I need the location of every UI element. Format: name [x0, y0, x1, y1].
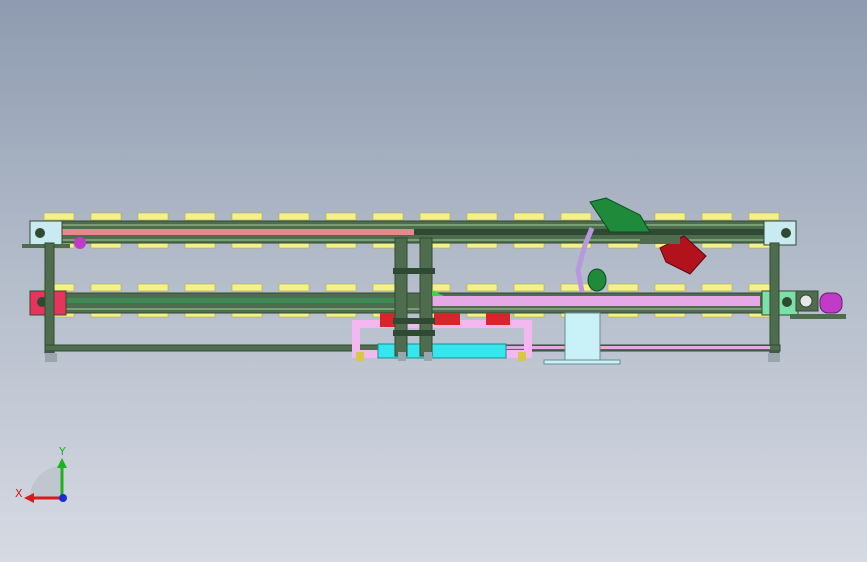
- triad-x-arrow: [24, 493, 34, 503]
- upper-roller-front: [278, 212, 310, 221]
- lower-roller-front: [184, 283, 216, 292]
- lift-column-left: [394, 237, 408, 357]
- robot-gripper-plate: [640, 236, 680, 244]
- triad-x-label: X: [15, 487, 23, 500]
- upper-right-end-block[interactable]: [763, 220, 797, 246]
- lower-roller-front: [701, 283, 733, 292]
- upper-roller-front: [419, 212, 451, 221]
- right-foot: [768, 353, 780, 362]
- lift-crossbar-1: [393, 268, 435, 274]
- lift-foot-4: [518, 352, 526, 361]
- lower-right-end-block[interactable]: [761, 290, 799, 316]
- drive-motor-body[interactable]: [819, 292, 843, 314]
- lower-rail-pink-strip: [430, 296, 760, 306]
- cad-viewport[interactable]: Y X: [0, 0, 867, 562]
- lower-roller-front: [560, 283, 592, 292]
- lower-roller-front: [607, 283, 639, 292]
- upper-roller-front: [466, 212, 498, 221]
- triad-y-label: Y: [58, 445, 66, 458]
- upper-left-pulley: [35, 228, 45, 238]
- lift-crossbar-3: [393, 330, 435, 336]
- upper-roller-front: [90, 212, 122, 221]
- lift-foot-2: [398, 352, 406, 361]
- upper-roller-front: [43, 212, 75, 221]
- lift-foot-3: [424, 352, 432, 361]
- upper-roller-front: [513, 212, 545, 221]
- upper-roller-front: [654, 212, 686, 221]
- upper-roller-front: [137, 212, 169, 221]
- upper-roller-front: [231, 212, 263, 221]
- right-leg: [769, 242, 780, 354]
- upper-rail-pink-strip: [62, 229, 414, 235]
- drive-gearbox-hub: [799, 294, 813, 308]
- upper-right-pulley: [781, 228, 791, 238]
- robot-green-joint: [587, 268, 607, 292]
- lower-roller-front: [231, 283, 263, 292]
- lower-rail-green-strip: [62, 298, 397, 303]
- left-foot: [45, 353, 57, 362]
- lift-foot-1: [356, 352, 364, 361]
- lift-red-block-right: [486, 313, 510, 325]
- lift-crossbar-2: [393, 318, 435, 324]
- robot-pedestal-base: [543, 359, 621, 365]
- conveyor-assembly-drawing[interactable]: Y X: [0, 0, 867, 562]
- triad-z-dot: [59, 494, 67, 502]
- upper-roller-front: [325, 212, 357, 221]
- lower-roller-front: [278, 283, 310, 292]
- upper-roller-front: [748, 212, 780, 221]
- lower-roller-front: [137, 283, 169, 292]
- lower-right-pulley: [782, 297, 792, 307]
- upper-left-end-block[interactable]: [29, 220, 63, 246]
- lift-column-right: [419, 237, 433, 357]
- left-leg: [44, 242, 55, 354]
- upper-roller-front: [560, 212, 592, 221]
- lower-roller-front: [513, 283, 545, 292]
- drive-motor-plate: [790, 314, 846, 319]
- upper-roller-front: [701, 212, 733, 221]
- coordinate-triad: Y X: [15, 445, 67, 503]
- upper-roller-front: [372, 212, 404, 221]
- triad-y-arrow: [57, 458, 67, 468]
- upper-left-purple-knob: [74, 237, 86, 249]
- lower-roller-front: [90, 283, 122, 292]
- upper-roller-front: [184, 212, 216, 221]
- lower-roller-front: [325, 283, 357, 292]
- lower-roller-front: [654, 283, 686, 292]
- lift-red-block-mid: [434, 313, 460, 325]
- triad-plane: [30, 466, 62, 498]
- lower-roller-front: [466, 283, 498, 292]
- robot-pedestal: [564, 312, 601, 362]
